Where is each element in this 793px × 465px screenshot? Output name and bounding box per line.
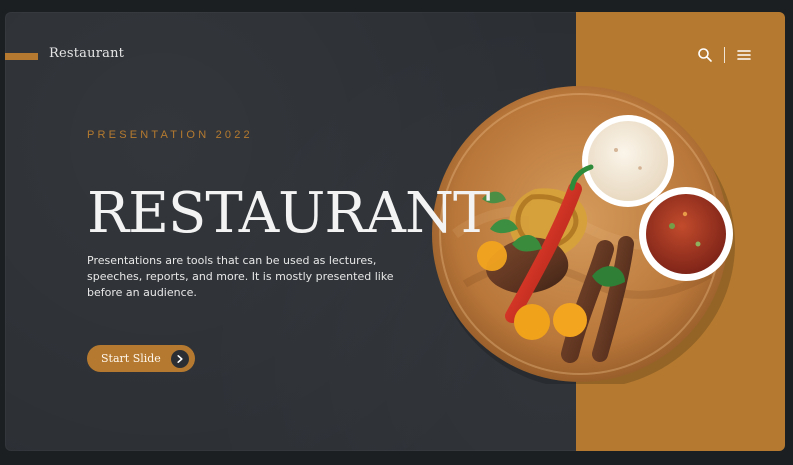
- start-slide-label: Start Slide: [101, 352, 161, 365]
- brand-name: Restaurant: [49, 46, 125, 61]
- hamburger-menu-icon[interactable]: [735, 46, 753, 64]
- hero-eyebrow: PRESENTATION 2022: [87, 129, 253, 141]
- brand-accent-bar: [5, 53, 38, 60]
- hero-description: Presentations are tools that can be used…: [87, 254, 394, 299]
- top-divider: [724, 47, 725, 63]
- start-slide-button[interactable]: Start Slide: [87, 345, 195, 372]
- presentation-slide: Restaurant PRESENTATION 2022 RESTAURANT …: [5, 12, 785, 451]
- chevron-right-icon: [171, 349, 189, 368]
- top-actions: [696, 46, 753, 64]
- hero-title: RESTAURANT: [87, 180, 490, 246]
- search-icon[interactable]: [696, 46, 714, 64]
